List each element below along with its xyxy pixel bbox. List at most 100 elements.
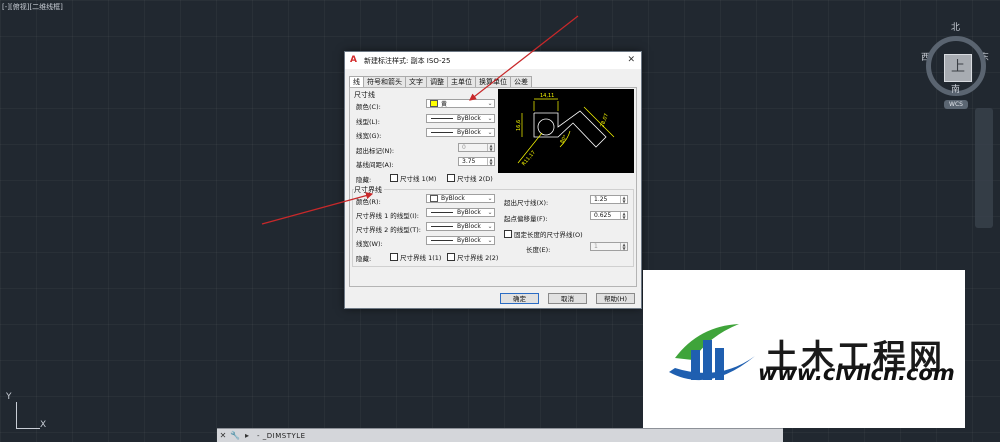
chevron-down-icon: ⌄ [487, 223, 493, 230]
ucs-x-axis [16, 428, 40, 429]
suppress-dim-line-2-checkbox[interactable]: 尺寸线 2(D) [447, 173, 493, 183]
suppress-ext-line-2-label: 尺寸界线 2(2) [457, 254, 499, 262]
preview-label-1: 16,6 [516, 120, 522, 131]
viewcube-face-top[interactable]: 上 [944, 54, 972, 82]
wrench-icon[interactable]: 🔧 [229, 430, 241, 442]
watermark-url: www.civilcn.com [758, 361, 955, 385]
ext-line1-linetype-select[interactable]: ByBlock ⌄ [426, 208, 495, 217]
checkbox-box [390, 253, 398, 261]
dim-lineweight-select[interactable]: ByBlock ⌄ [426, 128, 495, 137]
line-sample [431, 240, 453, 241]
dim-linetype-label: 线型(L): [356, 118, 380, 126]
extend-ticks-value: 0 [462, 144, 466, 151]
tab-alternate-units[interactable]: 换算单位 [475, 76, 511, 87]
wcs-menu[interactable]: WCS [944, 100, 968, 109]
suppress-ext-line-1-label: 尺寸界线 1(1) [400, 254, 442, 262]
command-line[interactable]: ✕ 🔧 ▸ - _DIMSTYLE [217, 428, 783, 442]
tab-primary-units[interactable]: 主单位 [447, 76, 476, 87]
civilcn-logo [669, 324, 755, 381]
ext-line1-linetype-label: 尺寸界线 1 的线型(I): [356, 212, 419, 220]
viewcube-south[interactable]: 南 [951, 82, 960, 95]
ext-suppress-label: 隐藏: [356, 255, 372, 263]
preview-circle [537, 118, 555, 136]
ucs-icon: Y X [6, 392, 56, 432]
close-icon[interactable]: ✕ [627, 55, 635, 65]
tab-fit[interactable]: 调整 [426, 76, 448, 87]
line-sample [431, 212, 453, 213]
ext-color-select[interactable]: ByBlock ⌄ [426, 194, 495, 203]
tab-text[interactable]: 文字 [405, 76, 427, 87]
ext-line2-linetype-label: 尺寸界线 2 的线型(T): [356, 226, 421, 234]
chevron-down-icon: ⌄ [487, 115, 493, 122]
dimension-preview: 14,11 16,6 28,07 80° R11,17 [498, 89, 634, 173]
tab-bar: 线 符号和箭头 文字 调整 主单位 换算单位 公差 [349, 76, 532, 88]
close-icon[interactable]: ✕ [217, 430, 229, 442]
length-label: 长度(E): [526, 246, 551, 254]
checkbox-box [390, 174, 398, 182]
color-swatch [430, 195, 438, 202]
navigation-bar[interactable] [975, 108, 993, 228]
ext-lineweight-select[interactable]: ByBlock ⌄ [426, 236, 495, 245]
spin-arrows-icon: ▲ ▼ [620, 212, 627, 219]
extend-ticks-stepper[interactable]: 0 ▲ ▼ [458, 143, 495, 152]
color-swatch [430, 100, 438, 107]
ext-line1-linetype-value: ByBlock [457, 209, 481, 216]
suppress-ext-line-1-checkbox[interactable]: 尺寸界线 1(1) [390, 252, 441, 262]
origin-offset-value: 0.625 [594, 212, 612, 219]
preview-dim-right [583, 106, 615, 138]
preview-label-3: 80° [559, 134, 569, 145]
command-text[interactable]: - _DIMSTYLE [257, 432, 306, 440]
viewcube[interactable]: 北 西 东 上 南 WCS [918, 18, 1000, 118]
dim-lineweight-label: 线宽(G): [356, 132, 382, 140]
ext-line2-linetype-value: ByBlock [457, 223, 481, 230]
ext-color-label: 颜色(R): [356, 198, 381, 206]
ext-lineweight-value: ByBlock [457, 237, 481, 244]
spin-arrows-icon: ▲ ▼ [620, 196, 627, 203]
ext-lineweight-label: 线宽(W): [356, 240, 383, 248]
preview-label-0: 14,11 [540, 93, 554, 99]
chevron-down-icon: ⌄ [487, 209, 493, 216]
ext-line2-linetype-select[interactable]: ByBlock ⌄ [426, 222, 495, 231]
tab-tolerances[interactable]: 公差 [510, 76, 532, 87]
length-stepper[interactable]: 1 ▲ ▼ [590, 242, 628, 251]
viewcube-north[interactable]: 北 [951, 20, 960, 33]
suppress-dim-line-1-checkbox[interactable]: 尺寸线 1(M) [390, 173, 436, 183]
extend-beyond-label: 超出尺寸线(X): [504, 199, 549, 207]
dim-color-select[interactable]: 黄 ⌄ [426, 99, 495, 108]
preview-label-2: 28,07 [599, 113, 610, 129]
baseline-spacing-stepper[interactable]: 3.75 ▲ ▼ [458, 157, 495, 166]
origin-offset-stepper[interactable]: 0.625 ▲ ▼ [590, 211, 628, 220]
baseline-spacing-value: 3.75 [462, 158, 476, 165]
preview-shape [533, 110, 607, 148]
preview-label-4: R11,17 [521, 150, 537, 167]
preview-drawing: 14,11 16,6 28,07 80° R11,17 [516, 93, 615, 167]
suppress-ext-line-2-checkbox[interactable]: 尺寸界线 2(2) [447, 252, 498, 262]
spin-arrows-icon: ▲ ▼ [487, 144, 494, 151]
chevron-down-icon: ⌄ [487, 195, 493, 202]
fixed-length-checkbox[interactable]: 固定长度的尺寸界线(O) [504, 229, 583, 239]
tab-symbols-arrows[interactable]: 符号和箭头 [363, 76, 406, 87]
ucs-x-label: X [40, 420, 47, 430]
chevron-down-icon: ⌄ [487, 237, 493, 244]
prompt-icon: ▸ [244, 431, 249, 440]
line-sample [431, 118, 453, 119]
checkbox-box [447, 253, 455, 261]
line-sample [431, 226, 453, 227]
checkbox-box [504, 230, 512, 238]
line-sample [431, 132, 453, 133]
dim-lineweight-value: ByBlock [457, 129, 481, 136]
ext-color-value: ByBlock [441, 195, 465, 202]
dialog-titlebar[interactable]: A 新建标注样式: 副本 ISO-25 ✕ [345, 52, 641, 69]
autocad-logo-icon: A [350, 55, 357, 65]
dim-linetype-value: ByBlock [457, 115, 481, 122]
group-ext-lines: 尺寸界线 [354, 185, 384, 195]
checkbox-box [447, 174, 455, 182]
suppress-dim-line-2-label: 尺寸线 2(D) [457, 175, 493, 183]
dim-color-value: 黄 [441, 101, 448, 108]
viewport-label[interactable]: [-][俯视][二维线框] [2, 2, 63, 12]
dim-linetype-select[interactable]: ByBlock ⌄ [426, 114, 495, 123]
ok-button[interactable]: 确定 [500, 293, 539, 304]
help-button[interactable]: 帮助(H) [596, 293, 635, 304]
extend-beyond-stepper[interactable]: 1.25 ▲ ▼ [590, 195, 628, 204]
cancel-button[interactable]: 取消 [548, 293, 587, 304]
